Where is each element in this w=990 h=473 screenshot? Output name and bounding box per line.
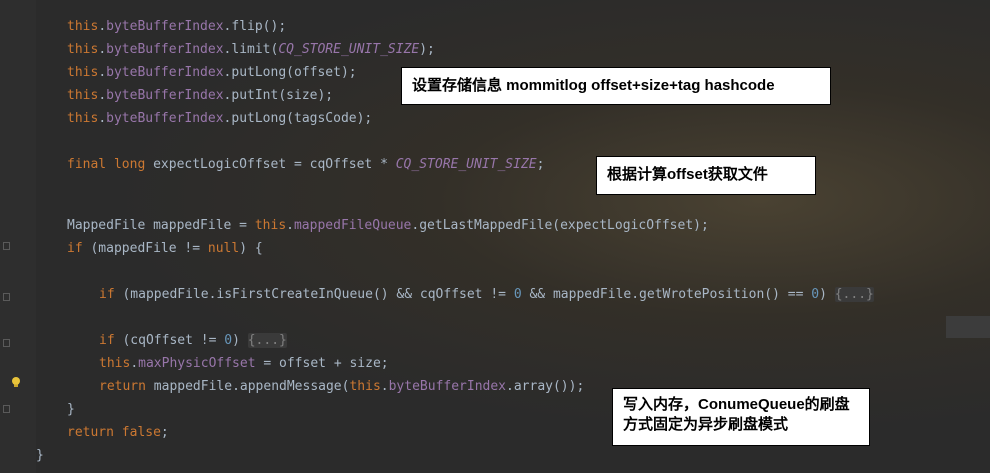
code-token: this [67,19,99,34]
code-token: . [98,42,107,57]
code-token: if [99,333,123,348]
code-token: .putLong(tagsCode); [223,111,373,126]
code-line[interactable]: if (mappedFile.isFirstCreateInQueue() &&… [99,283,874,306]
code-token: ); [419,42,435,57]
annotation-text: 根据计算offset获取文件 [607,166,768,183]
code-token: byteBufferIndex [106,42,224,57]
code-line[interactable]: this.byteBufferIndex.putLong(offset); [67,61,357,84]
folded-block[interactable]: {...} [834,287,874,302]
code-token: ) [819,287,835,302]
code-line[interactable]: return false; [67,421,169,444]
code-token: maxPhysicOffset [138,356,256,371]
code-line[interactable]: this.maxPhysicOffset = offset + size; [99,352,389,375]
code-line[interactable]: this.byteBufferIndex.putLong(tagsCode); [67,107,372,130]
code-token: byteBufferIndex [106,88,224,103]
code-token: .putInt(size); [223,88,334,103]
code-line[interactable]: this.byteBufferIndex.putInt(size); [67,84,333,107]
code-token: } [36,448,44,463]
code-token: .flip(); [223,19,287,34]
annotation-text: 设置存储信息 mommitlog offset+size+tag hashcod… [412,77,775,94]
code-token: this [254,218,287,233]
code-token: this [99,356,131,371]
code-token: final long [67,157,154,172]
code-token: MappedFile mappedFile = [67,218,255,233]
code-token: ; [160,425,169,440]
annotation-text: 写入内存，ConumeQueue的刷盘方式固定为异步刷盘模式 [623,396,850,433]
folded-block[interactable]: {...} [247,333,287,348]
code-token: 0 [513,287,522,302]
code-token: ) { [239,241,263,256]
code-line[interactable]: if (cqOffset != 0) {...} [99,329,287,352]
code-token: if [99,287,123,302]
code-token: (mappedFile != [90,241,208,256]
code-token: .limit( [223,42,279,57]
annotation-note-3: 写入内存，ConumeQueue的刷盘方式固定为异步刷盘模式 [612,388,870,446]
code-line[interactable]: if (mappedFile != null) { [67,237,263,260]
code-token: mappedFile.appendMessage( [153,379,350,394]
code-token: return [99,379,154,394]
code-token: CQ_STORE_UNIT_SIZE [278,42,420,57]
code-line[interactable]: this.byteBufferIndex.limit(CQ_STORE_UNIT… [67,38,435,61]
code-token: . [98,19,107,34]
code-token: this [67,42,99,57]
code-token: 0 [224,333,233,348]
code-token: . [98,65,107,80]
code-line[interactable]: } [36,444,44,467]
code-token: . [98,88,107,103]
code-token: && mappedFile.getWrotePosition() == [521,287,812,302]
code-line[interactable]: this.byteBufferIndex.flip(); [67,15,286,38]
code-token: this [67,111,99,126]
code-token: = offset + size; [255,356,389,371]
code-line[interactable]: final long expectLogicOffset = cqOffset … [67,153,544,176]
code-token: } [67,402,75,417]
code-token: .getLastMappedFile(expectLogicOffset); [411,218,709,233]
code-token: mappedFileQueue [293,218,412,233]
code-token: .array()); [506,379,585,394]
annotation-note-2: 根据计算offset获取文件 [596,156,816,195]
code-token: if [67,241,91,256]
code-token: return false [67,425,161,440]
code-token: . [286,218,294,233]
code-token: 0 [811,287,820,302]
code-line[interactable]: MappedFile mappedFile = this.mappedFileQ… [67,214,709,237]
code-token: (cqOffset != [122,333,225,348]
code-line[interactable]: } [67,398,75,421]
code-line[interactable]: return mappedFile.appendMessage(this.byt… [99,375,584,398]
code-token: byteBufferIndex [106,65,224,80]
code-token: (mappedFile.isFirstCreateInQueue() && cq… [122,287,514,302]
code-token: byteBufferIndex [388,379,507,394]
code-token: expectLogicOffset = cqOffset * [153,157,396,172]
code-token: .putLong(offset); [223,65,357,80]
code-token: . [380,379,389,394]
code-token: null [207,241,240,256]
code-token: ) [232,333,248,348]
code-token: this [349,379,381,394]
code-token: this [67,65,99,80]
code-token: byteBufferIndex [106,19,224,34]
code-token: . [130,356,139,371]
code-token: byteBufferIndex [106,111,224,126]
annotation-note-1: 设置存储信息 mommitlog offset+size+tag hashcod… [401,67,831,105]
code-token: . [98,111,107,126]
code-token: ; [536,157,545,172]
code-token: CQ_STORE_UNIT_SIZE [395,157,537,172]
code-token: this [67,88,99,103]
